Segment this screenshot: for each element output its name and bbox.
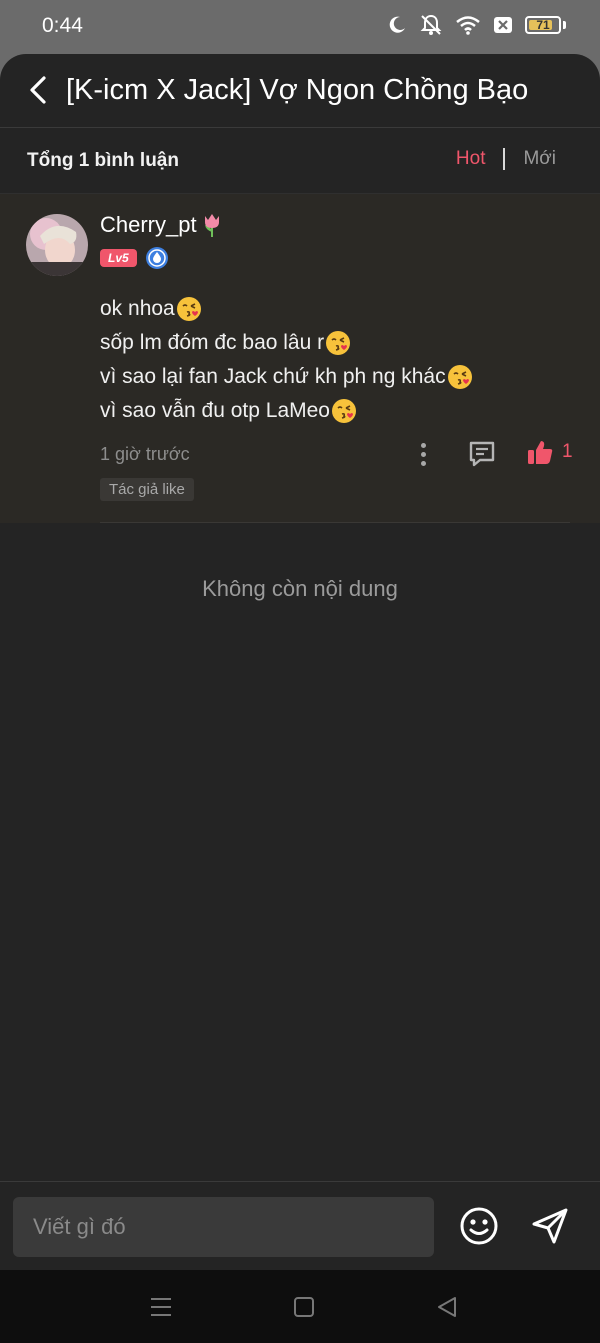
- kissing-face-icon: [326, 331, 351, 355]
- bell-off-icon: [420, 14, 442, 35]
- comment-line: vì sao lại fan Jack chứ kh ph ng khác: [100, 360, 473, 394]
- kissing-face-icon: [176, 297, 201, 321]
- more-dot: [420, 451, 426, 457]
- nav-back-button[interactable]: [434, 1294, 460, 1320]
- wifi-icon: [456, 16, 480, 35]
- tab-separator: [503, 148, 506, 170]
- comment-time: 1 giờ trước: [100, 444, 190, 464]
- more-options-button[interactable]: [412, 439, 434, 469]
- system-nav-bar: [0, 1270, 600, 1343]
- comment-input-bar: [0, 1181, 600, 1270]
- tab-new[interactable]: Mới: [523, 148, 556, 170]
- like-button[interactable]: 1: [526, 438, 573, 466]
- battery-icon: 71: [525, 16, 561, 34]
- comment-line: ok nhoa: [100, 292, 473, 326]
- level-badge: Lv5: [100, 249, 137, 267]
- chevron-left-icon: [30, 76, 46, 104]
- like-count: 1: [562, 441, 573, 462]
- send-button[interactable]: [530, 1206, 570, 1246]
- nav-menu-button[interactable]: [148, 1294, 174, 1320]
- comment-line: vì sao vẫn đu otp LaMeo: [100, 394, 473, 428]
- empty-message: Không còn nội dung: [202, 576, 398, 601]
- battery-level: 71: [536, 18, 550, 32]
- comment-item: Cherry_pt Lv5 ok nhoa sốp lm đóm đc bao …: [0, 194, 600, 523]
- thumbs-up-icon: [528, 441, 553, 464]
- status-bar: 0:44 71: [0, 0, 600, 54]
- nav-home-button[interactable]: [291, 1294, 317, 1320]
- user-badges: Lv5: [100, 246, 169, 270]
- username-text: Cherry_pt: [100, 212, 197, 237]
- back-button[interactable]: [20, 72, 56, 108]
- comment-username[interactable]: Cherry_pt: [100, 212, 223, 238]
- page-title: [K-icm X Jack] Vợ Ngon Chồng Bạo: [66, 74, 529, 106]
- comment-icon: [469, 441, 495, 467]
- kissing-face-icon: [332, 399, 356, 423]
- triangle-back-icon: [438, 1297, 456, 1317]
- comment-total: Tổng 1 bình luận: [27, 150, 179, 171]
- tab-hot[interactable]: Hot: [456, 148, 486, 170]
- comment-body: ok nhoa sốp lm đóm đc bao lâu r vì sao l…: [100, 292, 473, 428]
- reply-button[interactable]: [466, 438, 498, 470]
- tulip-icon: [204, 214, 219, 237]
- author-liked-tag: Tác giả like: [100, 478, 194, 501]
- comment-input[interactable]: [13, 1197, 434, 1257]
- send-icon: [532, 1208, 568, 1244]
- menu-icon: [151, 1298, 171, 1316]
- comments-sheet: [K-icm X Jack] Vợ Ngon Chồng Bạo Tổng 1 …: [0, 54, 600, 1270]
- shield-drop-icon: [145, 247, 168, 269]
- comment-divider: [100, 522, 570, 523]
- status-icons: 71: [387, 14, 566, 36]
- smiley-icon: [460, 1207, 498, 1245]
- header: [K-icm X Jack] Vợ Ngon Chồng Bạo: [0, 54, 600, 128]
- kissing-face-icon: [447, 365, 472, 389]
- sim-x-icon: [494, 17, 512, 33]
- more-dot: [420, 460, 426, 466]
- moon-icon: [389, 16, 405, 33]
- sort-tabs: Hot Mới: [456, 148, 556, 170]
- status-time: 0:44: [42, 14, 83, 37]
- square-icon: [294, 1297, 314, 1317]
- comment-line: sốp lm đóm đc bao lâu r: [100, 326, 473, 360]
- more-dot: [420, 442, 426, 448]
- avatar[interactable]: [26, 214, 88, 276]
- emoji-button[interactable]: [459, 1206, 499, 1246]
- comments-toolbar: Tổng 1 bình luận Hot Mới: [0, 128, 600, 194]
